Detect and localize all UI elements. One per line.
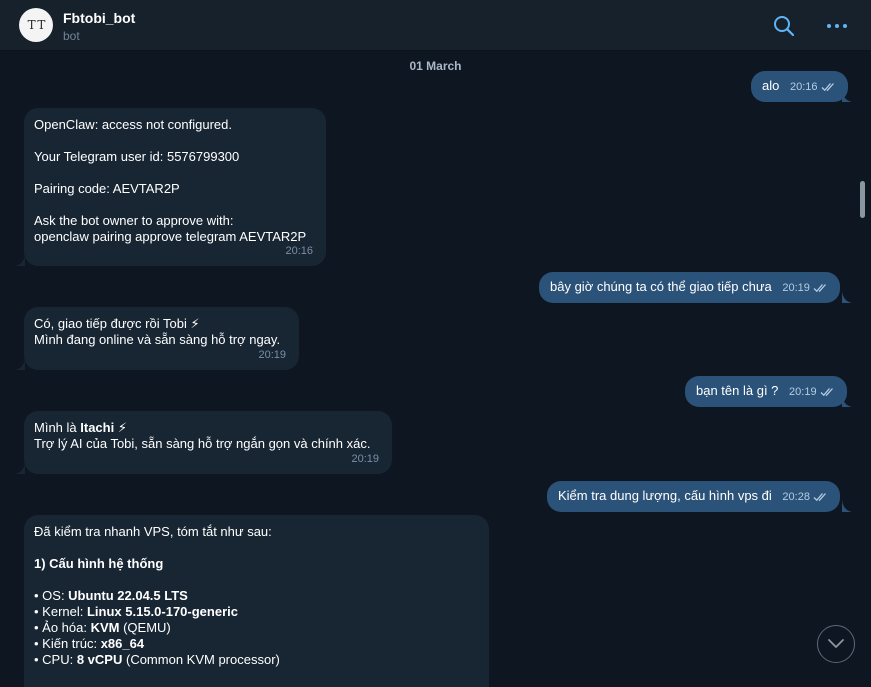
message-line: Your Telegram user id: 5576799300 xyxy=(34,149,240,164)
bubble-tail xyxy=(842,395,852,407)
scrollbar[interactable] xyxy=(860,181,865,218)
outgoing-message[interactable]: Kiểm tra dung lượng, cấu hình vps đi 20:… xyxy=(547,481,840,512)
message-text: bạn tên là gì ? xyxy=(696,383,779,398)
message-line: openclaw pairing approve telegram AEVTAR… xyxy=(34,229,307,244)
spec-item: • CPU: 8 vCPU (Common KVM processor) xyxy=(34,652,280,667)
message-line: Pairing code: AEVTAR2P xyxy=(34,181,180,196)
double-check-icon xyxy=(820,387,833,396)
double-check-icon xyxy=(821,82,834,91)
incoming-message[interactable]: Mình là Itachi ⚡ Trợ lý AI của Tobi, sẵn… xyxy=(24,411,392,474)
message-line: Trợ lý AI của Tobi, sẵn sàng hỗ trợ ngắn… xyxy=(34,436,371,451)
outgoing-message[interactable]: bạn tên là gì ? 20:19 xyxy=(685,376,847,407)
incoming-message[interactable]: Đã kiểm tra nhanh VPS, tóm tắt như sau: … xyxy=(24,515,489,687)
more-icon[interactable] xyxy=(825,14,849,38)
message-text: alo xyxy=(762,78,780,93)
message-line: Mình đang online và sẵn sàng hỗ trợ ngay… xyxy=(34,332,281,347)
scroll-down-button[interactable] xyxy=(817,625,855,663)
bubble-tail xyxy=(15,462,25,474)
message-meta: 20:28 xyxy=(782,489,828,505)
chat-header: T T Fbtobi_bot bot xyxy=(0,0,871,51)
message-time: 20:19 xyxy=(351,453,379,465)
incoming-message[interactable]: OpenClaw: access not configured. Your Te… xyxy=(24,108,326,266)
message-text: Kiểm tra dung lượng, cấu hình vps đi xyxy=(558,488,772,503)
spec-item: • Ảo hóa: KVM (QEMU) xyxy=(34,620,171,635)
message-text: bây giờ chúng ta có thể giao tiếp chưa xyxy=(550,279,772,294)
spec-item: • Kernel: Linux 5.15.0-170-generic xyxy=(34,604,238,619)
outgoing-message[interactable]: alo 20:16 xyxy=(751,71,848,102)
message-line: Đã kiểm tra nhanh VPS, tóm tắt như sau: xyxy=(34,524,272,539)
message-line: Có, giao tiếp được rồi Tobi ⚡ xyxy=(34,316,200,331)
bubble-tail xyxy=(842,500,852,512)
double-check-icon xyxy=(813,492,826,501)
incoming-message[interactable]: Có, giao tiếp được rồi Tobi ⚡ Mình đang … xyxy=(24,307,299,370)
message-time: 20:16 xyxy=(285,245,313,257)
chat-title[interactable]: Fbtobi_bot xyxy=(63,10,135,26)
bot-name-bold: Itachi xyxy=(80,420,115,435)
message-time: 20:19 xyxy=(258,349,286,361)
message-time: 20:19 xyxy=(782,281,810,294)
message-line: Ask the bot owner to approve with: xyxy=(34,213,234,228)
bubble-tail xyxy=(842,291,852,303)
message-time: 20:28 xyxy=(782,490,810,503)
bubble-tail xyxy=(15,254,25,266)
chevron-down-icon xyxy=(828,639,844,648)
message-time: 20:19 xyxy=(789,385,817,398)
double-check-icon xyxy=(813,283,826,292)
message-line: Mình là Itachi ⚡ xyxy=(34,420,127,435)
message-list[interactable]: 01 March alo 20:16 OpenClaw: access not … xyxy=(0,51,871,687)
message-line: OpenClaw: access not configured. xyxy=(34,117,232,132)
spec-item: • Kiến trúc: x86_64 xyxy=(34,636,145,651)
outgoing-message[interactable]: bây giờ chúng ta có thể giao tiếp chưa 2… xyxy=(539,272,840,303)
message-meta: 20:19 xyxy=(789,384,835,400)
bubble-tail xyxy=(15,358,25,370)
bubble-tail xyxy=(842,90,852,102)
section-title: 1) Cấu hình hệ thống xyxy=(34,556,164,571)
avatar[interactable]: T T xyxy=(19,8,53,42)
spec-item: • OS: Ubuntu 22.04.5 LTS xyxy=(34,588,188,603)
search-icon[interactable] xyxy=(772,14,796,38)
message-meta: 20:16 xyxy=(790,79,836,95)
chat-status: bot xyxy=(63,29,80,43)
message-time: 20:16 xyxy=(789,80,818,93)
message-meta: 20:19 xyxy=(782,280,828,296)
date-separator: 01 March xyxy=(409,59,462,73)
